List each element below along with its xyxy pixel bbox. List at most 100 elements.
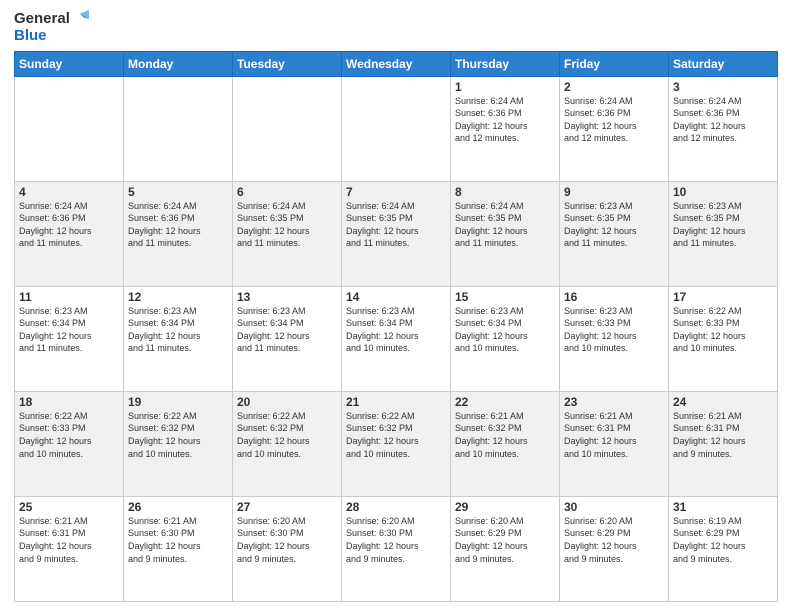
calendar-cell: 8Sunrise: 6:24 AM Sunset: 6:35 PM Daylig… xyxy=(451,181,560,286)
calendar-cell: 25Sunrise: 6:21 AM Sunset: 6:31 PM Dayli… xyxy=(15,496,124,601)
day-number: 1 xyxy=(455,80,555,94)
day-number: 4 xyxy=(19,185,119,199)
day-info: Sunrise: 6:24 AM Sunset: 6:36 PM Dayligh… xyxy=(19,200,119,250)
day-number: 16 xyxy=(564,290,664,304)
calendar-cell: 9Sunrise: 6:23 AM Sunset: 6:35 PM Daylig… xyxy=(560,181,669,286)
calendar-cell: 28Sunrise: 6:20 AM Sunset: 6:30 PM Dayli… xyxy=(342,496,451,601)
day-info: Sunrise: 6:24 AM Sunset: 6:35 PM Dayligh… xyxy=(346,200,446,250)
day-number: 11 xyxy=(19,290,119,304)
day-number: 13 xyxy=(237,290,337,304)
day-info: Sunrise: 6:22 AM Sunset: 6:33 PM Dayligh… xyxy=(19,410,119,460)
calendar-row-3: 18Sunrise: 6:22 AM Sunset: 6:33 PM Dayli… xyxy=(15,391,778,496)
calendar-table: SundayMondayTuesdayWednesdayThursdayFrid… xyxy=(14,51,778,603)
header: General Blue xyxy=(14,10,778,45)
day-info: Sunrise: 6:23 AM Sunset: 6:34 PM Dayligh… xyxy=(19,305,119,355)
day-info: Sunrise: 6:21 AM Sunset: 6:30 PM Dayligh… xyxy=(128,515,228,565)
calendar-cell: 5Sunrise: 6:24 AM Sunset: 6:36 PM Daylig… xyxy=(124,181,233,286)
day-info: Sunrise: 6:20 AM Sunset: 6:30 PM Dayligh… xyxy=(237,515,337,565)
day-number: 25 xyxy=(19,500,119,514)
day-info: Sunrise: 6:20 AM Sunset: 6:30 PM Dayligh… xyxy=(346,515,446,565)
calendar-cell xyxy=(124,76,233,181)
calendar-cell: 27Sunrise: 6:20 AM Sunset: 6:30 PM Dayli… xyxy=(233,496,342,601)
day-number: 5 xyxy=(128,185,228,199)
day-number: 27 xyxy=(237,500,337,514)
day-number: 7 xyxy=(346,185,446,199)
day-number: 23 xyxy=(564,395,664,409)
page: General Blue SundayMondayTuesdayWednesda… xyxy=(0,0,792,612)
calendar-cell: 26Sunrise: 6:21 AM Sunset: 6:30 PM Dayli… xyxy=(124,496,233,601)
day-number: 22 xyxy=(455,395,555,409)
day-info: Sunrise: 6:24 AM Sunset: 6:36 PM Dayligh… xyxy=(128,200,228,250)
day-info: Sunrise: 6:23 AM Sunset: 6:34 PM Dayligh… xyxy=(128,305,228,355)
day-info: Sunrise: 6:23 AM Sunset: 6:34 PM Dayligh… xyxy=(237,305,337,355)
day-info: Sunrise: 6:24 AM Sunset: 6:36 PM Dayligh… xyxy=(564,95,664,145)
day-info: Sunrise: 6:20 AM Sunset: 6:29 PM Dayligh… xyxy=(564,515,664,565)
calendar-cell: 21Sunrise: 6:22 AM Sunset: 6:32 PM Dayli… xyxy=(342,391,451,496)
logo-blue: Blue xyxy=(14,28,89,45)
day-number: 6 xyxy=(237,185,337,199)
day-number: 30 xyxy=(564,500,664,514)
day-info: Sunrise: 6:22 AM Sunset: 6:32 PM Dayligh… xyxy=(346,410,446,460)
day-number: 9 xyxy=(564,185,664,199)
day-number: 2 xyxy=(564,80,664,94)
calendar-cell xyxy=(342,76,451,181)
calendar-cell: 23Sunrise: 6:21 AM Sunset: 6:31 PM Dayli… xyxy=(560,391,669,496)
calendar-cell: 6Sunrise: 6:24 AM Sunset: 6:35 PM Daylig… xyxy=(233,181,342,286)
calendar-cell: 10Sunrise: 6:23 AM Sunset: 6:35 PM Dayli… xyxy=(669,181,778,286)
day-info: Sunrise: 6:23 AM Sunset: 6:35 PM Dayligh… xyxy=(673,200,773,250)
calendar-row-1: 4Sunrise: 6:24 AM Sunset: 6:36 PM Daylig… xyxy=(15,181,778,286)
calendar-cell: 20Sunrise: 6:22 AM Sunset: 6:32 PM Dayli… xyxy=(233,391,342,496)
calendar-cell: 13Sunrise: 6:23 AM Sunset: 6:34 PM Dayli… xyxy=(233,286,342,391)
calendar-row-0: 1Sunrise: 6:24 AM Sunset: 6:36 PM Daylig… xyxy=(15,76,778,181)
day-number: 26 xyxy=(128,500,228,514)
day-info: Sunrise: 6:24 AM Sunset: 6:36 PM Dayligh… xyxy=(455,95,555,145)
day-number: 18 xyxy=(19,395,119,409)
day-info: Sunrise: 6:24 AM Sunset: 6:35 PM Dayligh… xyxy=(455,200,555,250)
day-info: Sunrise: 6:21 AM Sunset: 6:31 PM Dayligh… xyxy=(19,515,119,565)
calendar-cell: 1Sunrise: 6:24 AM Sunset: 6:36 PM Daylig… xyxy=(451,76,560,181)
weekday-friday: Friday xyxy=(560,51,669,76)
day-number: 28 xyxy=(346,500,446,514)
day-info: Sunrise: 6:20 AM Sunset: 6:29 PM Dayligh… xyxy=(455,515,555,565)
day-info: Sunrise: 6:23 AM Sunset: 6:34 PM Dayligh… xyxy=(346,305,446,355)
day-number: 21 xyxy=(346,395,446,409)
calendar-cell: 15Sunrise: 6:23 AM Sunset: 6:34 PM Dayli… xyxy=(451,286,560,391)
day-info: Sunrise: 6:24 AM Sunset: 6:36 PM Dayligh… xyxy=(673,95,773,145)
calendar-row-2: 11Sunrise: 6:23 AM Sunset: 6:34 PM Dayli… xyxy=(15,286,778,391)
calendar-cell: 24Sunrise: 6:21 AM Sunset: 6:31 PM Dayli… xyxy=(669,391,778,496)
calendar-cell: 18Sunrise: 6:22 AM Sunset: 6:33 PM Dayli… xyxy=(15,391,124,496)
calendar-cell: 19Sunrise: 6:22 AM Sunset: 6:32 PM Dayli… xyxy=(124,391,233,496)
day-number: 19 xyxy=(128,395,228,409)
day-info: Sunrise: 6:21 AM Sunset: 6:32 PM Dayligh… xyxy=(455,410,555,460)
logo-general: General xyxy=(14,11,70,28)
day-number: 29 xyxy=(455,500,555,514)
calendar-cell: 31Sunrise: 6:19 AM Sunset: 6:29 PM Dayli… xyxy=(669,496,778,601)
calendar-cell: 4Sunrise: 6:24 AM Sunset: 6:36 PM Daylig… xyxy=(15,181,124,286)
day-number: 12 xyxy=(128,290,228,304)
calendar-cell: 2Sunrise: 6:24 AM Sunset: 6:36 PM Daylig… xyxy=(560,76,669,181)
calendar-cell xyxy=(15,76,124,181)
day-info: Sunrise: 6:23 AM Sunset: 6:33 PM Dayligh… xyxy=(564,305,664,355)
calendar-cell: 12Sunrise: 6:23 AM Sunset: 6:34 PM Dayli… xyxy=(124,286,233,391)
calendar-cell: 16Sunrise: 6:23 AM Sunset: 6:33 PM Dayli… xyxy=(560,286,669,391)
weekday-header-row: SundayMondayTuesdayWednesdayThursdayFrid… xyxy=(15,51,778,76)
day-info: Sunrise: 6:23 AM Sunset: 6:35 PM Dayligh… xyxy=(564,200,664,250)
day-info: Sunrise: 6:21 AM Sunset: 6:31 PM Dayligh… xyxy=(564,410,664,460)
weekday-tuesday: Tuesday xyxy=(233,51,342,76)
day-number: 10 xyxy=(673,185,773,199)
weekday-thursday: Thursday xyxy=(451,51,560,76)
day-info: Sunrise: 6:22 AM Sunset: 6:32 PM Dayligh… xyxy=(237,410,337,460)
calendar-cell: 22Sunrise: 6:21 AM Sunset: 6:32 PM Dayli… xyxy=(451,391,560,496)
day-info: Sunrise: 6:22 AM Sunset: 6:32 PM Dayligh… xyxy=(128,410,228,460)
day-info: Sunrise: 6:22 AM Sunset: 6:33 PM Dayligh… xyxy=(673,305,773,355)
day-number: 14 xyxy=(346,290,446,304)
logo: General Blue xyxy=(14,10,89,45)
day-info: Sunrise: 6:24 AM Sunset: 6:35 PM Dayligh… xyxy=(237,200,337,250)
day-number: 8 xyxy=(455,185,555,199)
calendar-cell: 30Sunrise: 6:20 AM Sunset: 6:29 PM Dayli… xyxy=(560,496,669,601)
calendar-cell: 11Sunrise: 6:23 AM Sunset: 6:34 PM Dayli… xyxy=(15,286,124,391)
logo-text-row: General xyxy=(14,10,89,28)
calendar-cell: 7Sunrise: 6:24 AM Sunset: 6:35 PM Daylig… xyxy=(342,181,451,286)
day-info: Sunrise: 6:19 AM Sunset: 6:29 PM Dayligh… xyxy=(673,515,773,565)
calendar-cell: 3Sunrise: 6:24 AM Sunset: 6:36 PM Daylig… xyxy=(669,76,778,181)
